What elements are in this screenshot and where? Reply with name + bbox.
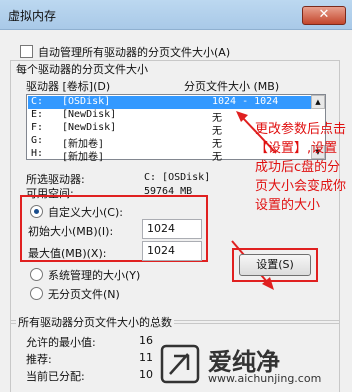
- initial-size-label: 初始大小(MB)(I):: [28, 225, 114, 238]
- selected-drive-value: C: [OSDisk]: [144, 172, 211, 183]
- current-value: 10: [139, 368, 153, 381]
- watermark-url: www.aichunjing.com: [208, 372, 322, 385]
- close-button[interactable]: ✕: [302, 6, 346, 25]
- totals-title: 所有驱动器分页文件大小的总数: [16, 314, 174, 330]
- col-size-header: 分页文件大小 (MB): [184, 80, 280, 93]
- set-button[interactable]: 设置(S): [239, 254, 311, 276]
- close-icon: ✕: [318, 7, 330, 22]
- logo-icon: [160, 344, 200, 384]
- annotation-text: 更改参数后点击【设置】,设置成功后c盘的分页大小会变成你设置的大小: [255, 122, 347, 213]
- watermark: 爱纯净 www.aichunjing.com: [158, 342, 346, 388]
- min-value: 16: [139, 334, 153, 347]
- auto-manage-label[interactable]: 自动管理所有驱动器的分页文件大小(A): [38, 44, 230, 60]
- initial-size-input[interactable]: 1024: [142, 219, 202, 239]
- no-paging-radio[interactable]: [30, 287, 43, 300]
- title-bar: 虚拟内存 ✕: [0, 0, 352, 30]
- max-size-input[interactable]: 1024: [142, 241, 202, 261]
- current-label: 当前已分配:: [26, 370, 85, 383]
- custom-size-radio[interactable]: [30, 205, 43, 218]
- recommended-value: 11: [139, 351, 153, 364]
- system-managed-label[interactable]: 系统管理的大小(Y): [48, 267, 140, 283]
- scroll-up-icon[interactable]: ▲: [311, 95, 325, 109]
- section-label: 每个驱动器的分页文件大小: [16, 63, 148, 76]
- recommended-label: 推荐:: [26, 353, 52, 366]
- col-drive-header: 驱动器 [卷标](D): [26, 80, 111, 93]
- system-managed-radio[interactable]: [30, 268, 43, 281]
- no-paging-label[interactable]: 无分页文件(N): [48, 286, 120, 302]
- min-label: 允许的最小值:: [26, 336, 96, 349]
- auto-manage-checkbox[interactable]: [20, 45, 33, 58]
- window-title: 虚拟内存: [8, 9, 57, 23]
- custom-size-label[interactable]: 自定义大小(C):: [48, 204, 123, 220]
- max-size-label: 最大值(MB)(X):: [28, 247, 107, 260]
